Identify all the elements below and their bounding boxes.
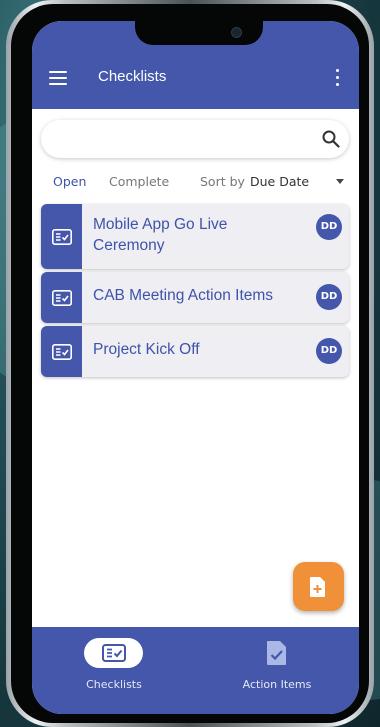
card-stripe (41, 272, 82, 323)
checklist-card[interactable]: Project Kick Off DD (41, 326, 349, 377)
action-items-icon (267, 641, 286, 665)
filter-bar: Open Complete Sort by Due Date (32, 171, 359, 193)
checklist-card[interactable]: Mobile App Go Live Ceremony DD (41, 204, 349, 269)
checklist-title: Project Kick Off (93, 341, 200, 358)
filter-complete-tab[interactable]: Complete (109, 174, 169, 189)
card-stripe (41, 204, 82, 269)
checklist-title: CAB Meeting Action Items (93, 287, 274, 304)
nav-item-checklists[interactable]: Checklists (44, 627, 184, 714)
sort-by-label: Sort by (200, 174, 245, 189)
bottom-navigation: Checklists Action Items (32, 627, 359, 714)
checklist-icon (102, 644, 126, 662)
assignee-avatar: DD (316, 214, 342, 240)
more-options-icon[interactable] (332, 69, 342, 87)
card-stripe (41, 326, 82, 377)
active-indicator (84, 638, 143, 668)
search-icon[interactable] (322, 130, 340, 148)
search-bar (41, 120, 349, 158)
checklist-icon (52, 229, 72, 245)
assignee-avatar: DD (316, 338, 342, 364)
assignee-avatar: DD (316, 284, 342, 310)
page-title: Checklists (98, 68, 167, 85)
nav-item-action-items[interactable]: Action Items (207, 627, 347, 714)
checklist-icon (52, 290, 72, 306)
checklist-card[interactable]: CAB Meeting Action Items DD (41, 272, 349, 323)
search-input[interactable] (55, 128, 309, 152)
nav-item-label: Action Items (242, 678, 312, 691)
hamburger-menu-icon[interactable] (49, 71, 67, 85)
app-screen: Checklists Open Complete Sort by Due Dat… (32, 21, 359, 714)
checklist-icon (52, 344, 72, 360)
camera-icon (231, 27, 242, 38)
checklist-title: Mobile App Go Live Ceremony (93, 216, 228, 254)
sort-by-value[interactable]: Due Date (250, 174, 309, 189)
add-document-icon (310, 577, 325, 597)
add-checklist-button[interactable] (293, 562, 344, 611)
nav-item-label: Checklists (86, 678, 142, 691)
chevron-down-icon[interactable] (336, 179, 344, 184)
filter-open-tab[interactable]: Open (53, 174, 86, 189)
phone-notch (135, 21, 263, 45)
